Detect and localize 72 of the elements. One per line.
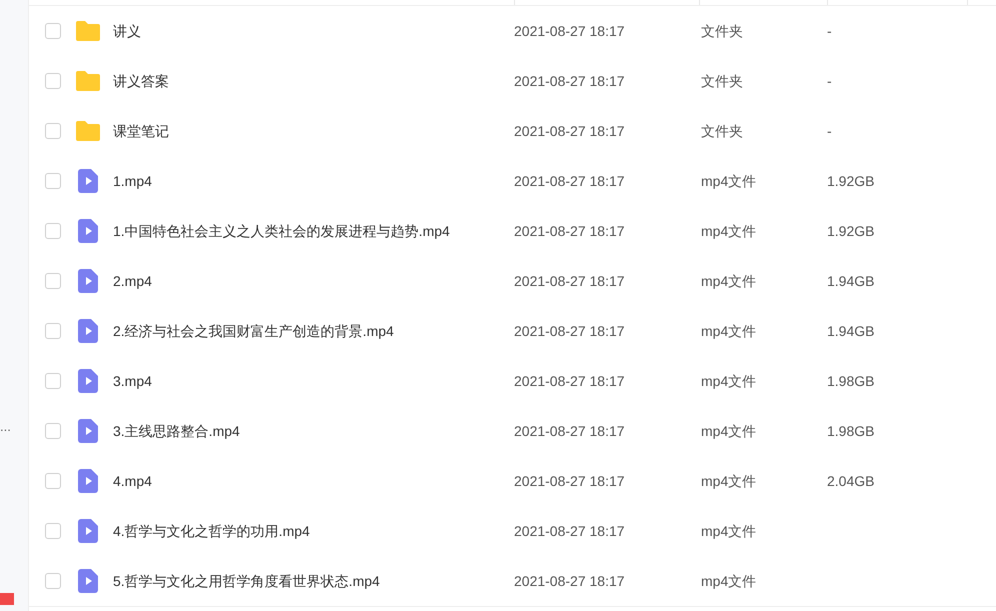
file-name[interactable]: 4.哲学与文化之哲学的功用.mp4	[113, 520, 513, 542]
video-file-icon	[78, 519, 98, 543]
folder-icon	[75, 70, 101, 92]
more-label[interactable]: ...	[0, 420, 28, 440]
modified-date: 2021-08-27 18:17	[514, 572, 626, 590]
modified-date: 2021-08-27 18:17	[514, 122, 626, 140]
checkbox[interactable]	[45, 423, 61, 439]
file-name[interactable]: 3.mp4	[113, 370, 513, 392]
file-size: 1.92GB	[827, 172, 874, 190]
file-name[interactable]: 2.mp4	[113, 270, 513, 292]
video-file-icon	[78, 169, 98, 193]
checkbox[interactable]	[45, 573, 61, 589]
checkbox[interactable]	[45, 223, 61, 239]
video-file-icon	[78, 269, 98, 293]
checkbox[interactable]	[45, 373, 61, 389]
folder-icon	[75, 20, 101, 42]
file-name[interactable]: 5.哲学与文化之用哲学角度看世界状态.mp4	[113, 570, 513, 592]
file-type: mp4文件	[701, 472, 758, 491]
modified-date: 2021-08-27 18:17	[514, 222, 626, 240]
file-type: mp4文件	[701, 322, 758, 341]
file-size: 1.94GB	[827, 322, 874, 340]
file-name[interactable]: 1.中国特色社会主义之人类社会的发展进程与趋势.mp4	[113, 220, 513, 242]
video-file-icon	[78, 569, 98, 593]
file-size: 2.04GB	[827, 472, 874, 490]
checkbox[interactable]	[45, 523, 61, 539]
checkbox[interactable]	[45, 273, 61, 289]
file-type: 文件夹	[701, 72, 744, 90]
modified-date: 2021-08-27 18:17	[514, 372, 626, 390]
file-name[interactable]: 3.主线思路整合.mp4	[113, 420, 513, 442]
file-name[interactable]: 2.经济与社会之我国财富生产创造的背景.mp4	[113, 320, 513, 342]
video-file-icon	[78, 319, 98, 343]
file-type: mp4文件	[701, 372, 758, 391]
video-file-icon	[78, 369, 98, 393]
file-name[interactable]: 课堂笔记	[113, 120, 513, 142]
file-type: 文件夹	[701, 122, 744, 140]
file-size: -	[827, 22, 832, 40]
status-marker	[0, 593, 14, 605]
modified-date: 2021-08-27 18:17	[514, 272, 626, 290]
modified-date: 2021-08-27 18:17	[514, 472, 626, 490]
file-size: 1.94GB	[827, 272, 874, 290]
video-file-icon	[78, 419, 98, 443]
video-file-icon	[78, 219, 98, 243]
file-name[interactable]: 讲义答案	[113, 70, 513, 92]
file-size: 1.92GB	[827, 222, 874, 240]
file-type: mp4文件	[701, 222, 758, 241]
file-type: 文件夹	[701, 22, 744, 40]
file-type: mp4文件	[701, 172, 758, 191]
video-file-icon	[78, 469, 98, 493]
file-type: mp4文件	[701, 272, 758, 291]
file-size: 1.98GB	[827, 372, 874, 390]
file-type: mp4文件	[701, 422, 758, 441]
checkbox[interactable]	[45, 173, 61, 189]
checkbox[interactable]	[45, 73, 61, 89]
file-type: mp4文件	[701, 522, 758, 541]
modified-date: 2021-08-27 18:17	[514, 422, 626, 440]
file-name[interactable]: 4.mp4	[113, 470, 513, 492]
file-name[interactable]: 讲义	[113, 20, 513, 42]
modified-date: 2021-08-27 18:17	[514, 322, 626, 340]
modified-date: 2021-08-27 18:17	[514, 172, 626, 190]
checkbox[interactable]	[45, 123, 61, 139]
modified-date: 2021-08-27 18:17	[514, 72, 626, 90]
file-size: -	[827, 72, 832, 90]
checkbox[interactable]	[45, 473, 61, 489]
file-size: 1.98GB	[827, 422, 874, 440]
file-size: -	[827, 122, 832, 140]
file-name[interactable]: 1.mp4	[113, 170, 513, 192]
folder-icon	[75, 120, 101, 142]
modified-date: 2021-08-27 18:17	[514, 22, 626, 40]
checkbox[interactable]	[45, 323, 61, 339]
modified-date: 2021-08-27 18:17	[514, 522, 626, 540]
checkbox[interactable]	[45, 23, 61, 39]
file-type: mp4文件	[701, 572, 758, 591]
